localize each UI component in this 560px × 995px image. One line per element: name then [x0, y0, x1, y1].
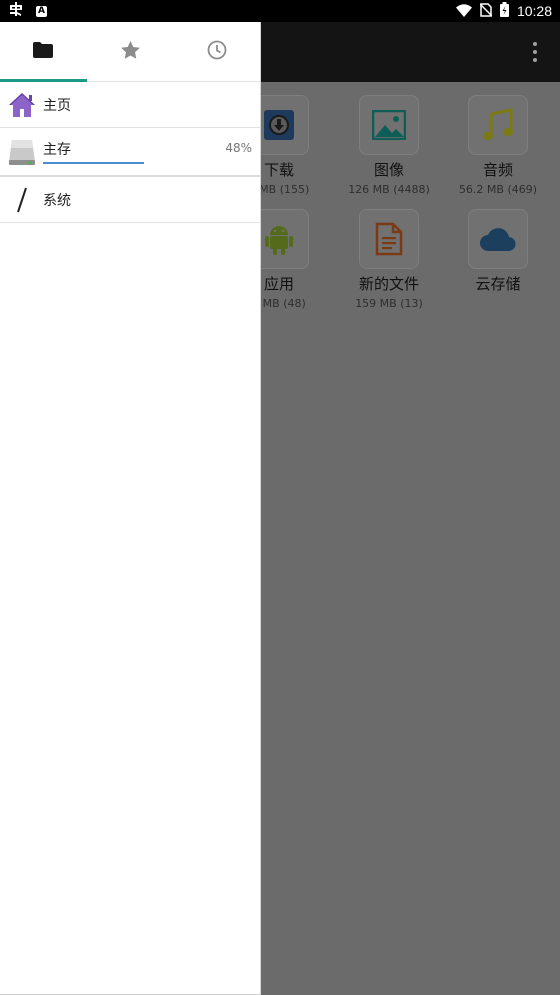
tab-bookmarks[interactable]	[87, 22, 174, 81]
nav-item-main-storage[interactable]: 主存 48%	[0, 128, 260, 177]
document-icon	[359, 209, 419, 269]
category-size: 159 MB (13)	[355, 297, 423, 310]
music-note-icon	[468, 95, 528, 155]
battery-charging-icon	[499, 1, 509, 21]
clock-time: 10:28	[516, 3, 552, 19]
nav-item-label: 主页	[43, 97, 71, 114]
no-sim-icon	[479, 2, 493, 21]
category-new-files[interactable]: 新的文件 159 MB (13)	[334, 209, 444, 321]
root-slash-icon	[0, 187, 43, 213]
status-bar: A 10:28	[0, 0, 560, 22]
nav-item-system[interactable]: 系统	[0, 177, 260, 223]
category-label: 音频	[482, 161, 513, 179]
category-label: 图像	[373, 161, 404, 179]
overflow-menu-icon[interactable]	[532, 42, 538, 62]
star-icon	[120, 40, 140, 63]
drive-icon	[0, 127, 43, 176]
category-label: 云存储	[475, 275, 521, 293]
nav-item-home[interactable]: 主页	[0, 82, 260, 128]
tab-folders[interactable]	[0, 22, 87, 81]
category-audio[interactable]: 音频 56.2 MB (469)	[443, 95, 553, 207]
cloud-icon	[468, 209, 528, 269]
nav-item-label: 主存	[43, 142, 71, 158]
storage-usage-bar	[43, 162, 144, 164]
category-size: 56.2 MB (469)	[458, 183, 538, 196]
storage-usage-percent: 48%	[225, 141, 252, 155]
nav-item-label: 系统	[43, 192, 71, 209]
home-icon	[0, 91, 43, 119]
drawer-tab-bar	[0, 22, 260, 82]
category-label: 新的文件	[358, 275, 419, 293]
a-notification-icon: A	[36, 5, 47, 17]
navigation-drawer: 主页 主存 48% 系统	[0, 22, 261, 995]
clock-icon	[207, 40, 227, 64]
folder-icon	[33, 41, 54, 62]
tab-history[interactable]	[173, 22, 260, 81]
category-images[interactable]: 图像 126 MB (4488)	[334, 95, 444, 207]
category-size: 126 MB (4488)	[348, 183, 430, 196]
category-cloud[interactable]: 云存储	[443, 209, 553, 321]
app-notification-icon	[8, 1, 24, 21]
wifi-icon	[455, 2, 472, 21]
image-icon	[359, 95, 419, 155]
